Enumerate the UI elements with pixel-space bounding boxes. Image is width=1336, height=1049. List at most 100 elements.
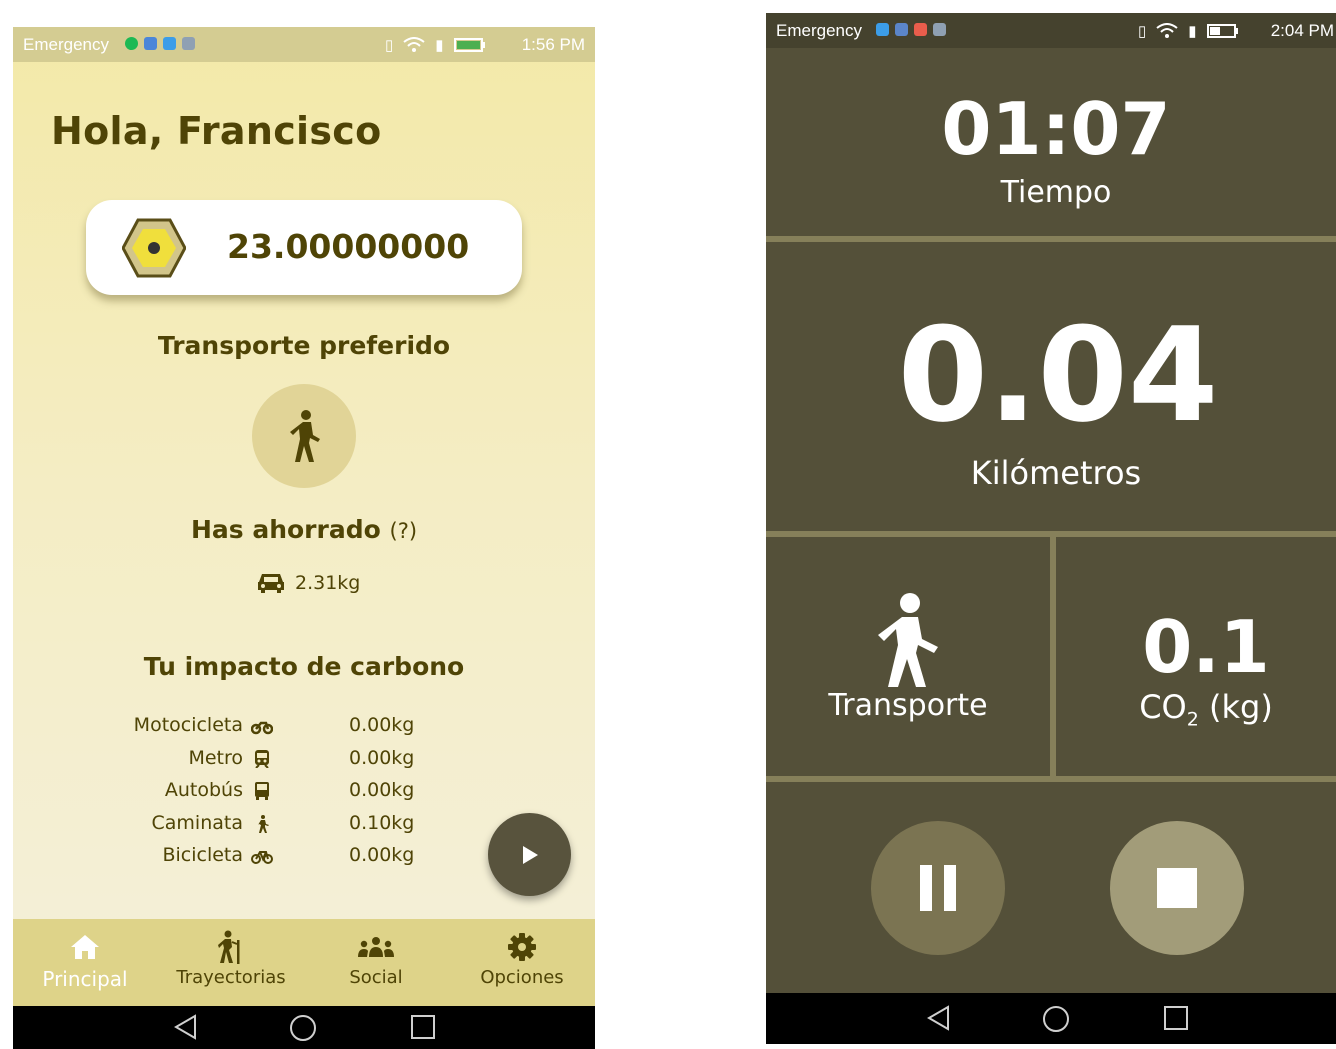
nav-item-principal[interactable]: Principal	[15, 931, 155, 991]
bicycle-icon	[251, 851, 273, 864]
gallery-notification-icon	[182, 37, 195, 50]
system-navigation-bar	[13, 1006, 595, 1049]
stop-button[interactable]	[1110, 821, 1244, 955]
preferred-transport-title: Transporte preferido	[157, 331, 451, 360]
home-circle-icon[interactable]	[1042, 1005, 1070, 1033]
home-icon	[71, 935, 99, 959]
bus-icon	[255, 782, 269, 800]
elapsed-time-label: Tiempo	[1000, 175, 1112, 210]
nav-label: Principal	[42, 967, 128, 991]
gallery-notification-icon	[933, 23, 946, 36]
subway-icon	[255, 749, 269, 768]
vibrate-icon: ▯	[1138, 23, 1147, 40]
battery-icon	[453, 38, 485, 52]
home-screen: Emergency ▯ ▮ 1:56 PM Hola, Francisco 23…	[13, 27, 595, 1049]
back-icon[interactable]	[926, 1005, 952, 1031]
impact-row-autobus: Autobús 0.00kg	[73, 779, 473, 812]
motorcycle-icon	[251, 721, 273, 735]
status-bar: Emergency ▯ ▮ 1:56 PM	[13, 27, 595, 62]
wifi-icon	[403, 37, 425, 52]
co2-label-subscript: 2	[1186, 708, 1199, 731]
hiker-icon	[218, 930, 240, 964]
impact-value: 0.00kg	[349, 844, 415, 866]
photos-notification-icon	[914, 23, 927, 36]
walking-icon	[878, 593, 938, 687]
status-carrier-label: Emergency	[23, 35, 109, 54]
savings-title-text: Has ahorrado	[190, 515, 381, 544]
impact-value: 0.00kg	[349, 714, 415, 736]
status-time: 1:56 PM	[521, 35, 585, 54]
divider	[766, 236, 1336, 242]
status-bar: Emergency ▯ ▮ 2:04 PM	[766, 13, 1336, 48]
elapsed-time-value: 01:07	[941, 87, 1171, 171]
maps-notification-icon	[876, 23, 889, 36]
sim-icon: ▮	[1188, 23, 1197, 40]
divider	[766, 776, 1336, 782]
savings-help-link[interactable]: (?)	[390, 519, 418, 543]
notification-icons	[125, 37, 195, 50]
impact-name: Bicicleta	[162, 844, 243, 866]
stop-icon	[1157, 868, 1197, 908]
greeting-title: Hola, Francisco	[51, 109, 382, 153]
impact-row-motocicleta: Motocicleta 0.00kg	[73, 714, 473, 747]
impact-name: Caminata	[151, 811, 243, 834]
gear-icon	[508, 933, 536, 961]
impact-name: Metro	[188, 746, 243, 769]
trip-tracking-screen: Emergency ▯ ▮ 2:04 PM 01:07 Tiempo 0.04 …	[766, 13, 1336, 1044]
wifi-icon	[1156, 23, 1178, 38]
system-status-icons: ▯ ▮	[1138, 22, 1239, 40]
status-time: 2:04 PM	[1270, 21, 1334, 40]
home-circle-icon[interactable]	[289, 1014, 317, 1042]
impact-name: Motocicleta	[133, 714, 243, 736]
balance-card[interactable]: 23.00000000	[86, 200, 522, 295]
carbon-impact-title: Tu impacto de carbono	[143, 652, 465, 681]
co2-value: 0.1	[1142, 605, 1270, 689]
impact-row-bicicleta: Bicicleta 0.00kg	[73, 844, 473, 877]
walking-icon	[290, 410, 320, 462]
maps-notification-icon	[144, 37, 157, 50]
impact-value: 0.10kg	[349, 811, 415, 834]
impact-row-caminata: Caminata 0.10kg	[73, 812, 473, 845]
people-icon	[358, 937, 394, 957]
recents-icon[interactable]	[1163, 1005, 1189, 1031]
carbon-impact-table: Motocicleta 0.00kg Metro 0.00kg Autobús …	[73, 714, 473, 877]
distance-value: 0.04	[897, 299, 1219, 451]
nav-item-social[interactable]: Social	[306, 931, 446, 988]
honeycomb-coin-icon	[122, 218, 186, 278]
system-navigation-bar	[766, 993, 1336, 1044]
impact-value: 0.00kg	[349, 746, 415, 769]
balance-value: 23.00000000	[227, 227, 470, 266]
nav-label: Social	[349, 967, 403, 988]
nav-label: Trayectorias	[176, 967, 286, 988]
bottom-navigation: Principal Trayectorias Social Opciones	[13, 919, 595, 1006]
preferred-transport-button[interactable]	[252, 384, 356, 488]
impact-row-metro: Metro 0.00kg	[73, 747, 473, 780]
nav-item-trayectorias[interactable]: Trayectorias	[161, 930, 301, 988]
distance-label: Kilómetros	[970, 454, 1142, 492]
walking-icon	[258, 814, 269, 833]
nav-item-opciones[interactable]: Opciones	[452, 931, 592, 988]
status-carrier-label: Emergency	[776, 21, 862, 40]
co2-label-prefix: CO	[1139, 688, 1187, 726]
app-notification-icon	[163, 37, 176, 50]
nav-label: Opciones	[480, 967, 564, 988]
pause-icon	[920, 865, 956, 911]
back-icon[interactable]	[173, 1014, 199, 1040]
battery-icon	[1206, 24, 1238, 38]
system-status-icons: ▯ ▮	[385, 36, 486, 54]
app-notification-icon	[895, 23, 908, 36]
start-trip-button[interactable]	[488, 813, 571, 896]
vibrate-icon: ▯	[385, 37, 394, 54]
co2-label-suffix: (kg)	[1198, 688, 1273, 726]
savings-row: 2.31kg	[257, 572, 360, 594]
transport-label: Transporte	[828, 688, 988, 723]
pause-button[interactable]	[871, 821, 1005, 955]
sim-icon: ▮	[435, 37, 444, 54]
impact-name: Autobús	[164, 779, 243, 801]
notification-icons	[876, 23, 946, 36]
savings-value: 2.31kg	[295, 572, 361, 594]
impact-value: 0.00kg	[349, 779, 415, 801]
play-icon	[522, 845, 538, 864]
recents-icon[interactable]	[410, 1014, 436, 1040]
co2-label: CO2 (kg)	[1056, 688, 1336, 730]
